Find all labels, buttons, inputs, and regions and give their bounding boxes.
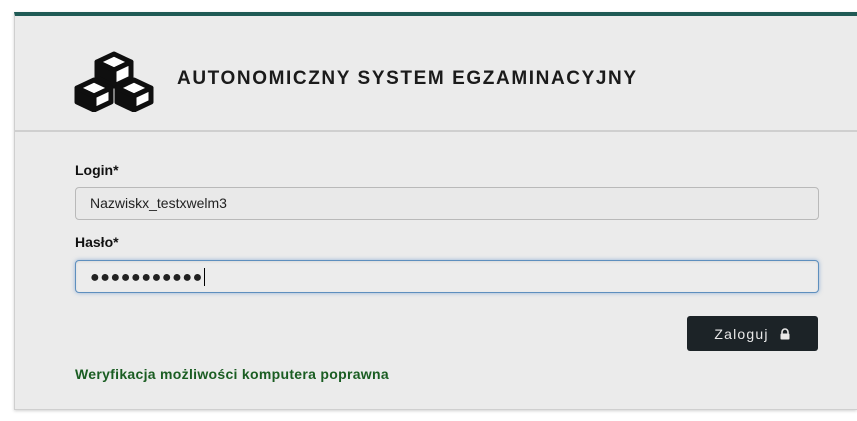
- password-field[interactable]: ●●●●●●●●●●●: [75, 260, 819, 293]
- login-field[interactable]: Nazwiskx_testxwelm3: [75, 187, 819, 220]
- login-button[interactable]: Zaloguj: [687, 316, 818, 351]
- status-message: Weryfikacja możliwości komputera poprawn…: [75, 366, 389, 382]
- password-field-value: ●●●●●●●●●●●: [90, 268, 203, 286]
- login-panel: AUTONOMICZNY SYSTEM EGZAMINACYJNY Login*…: [14, 12, 857, 410]
- login-button-label: Zaloguj: [714, 325, 769, 342]
- cubes-icon: [74, 51, 154, 112]
- password-label: Hasło*: [75, 234, 119, 250]
- lock-icon: [780, 327, 790, 339]
- login-field-value: Nazwiskx_testxwelm3: [90, 195, 227, 211]
- panel-header: AUTONOMICZNY SYSTEM EGZAMINACYJNY: [15, 16, 857, 132]
- login-label: Login*: [75, 162, 119, 178]
- page-title: AUTONOMICZNY SYSTEM EGZAMINACYJNY: [177, 68, 638, 89]
- text-caret: [203, 268, 205, 287]
